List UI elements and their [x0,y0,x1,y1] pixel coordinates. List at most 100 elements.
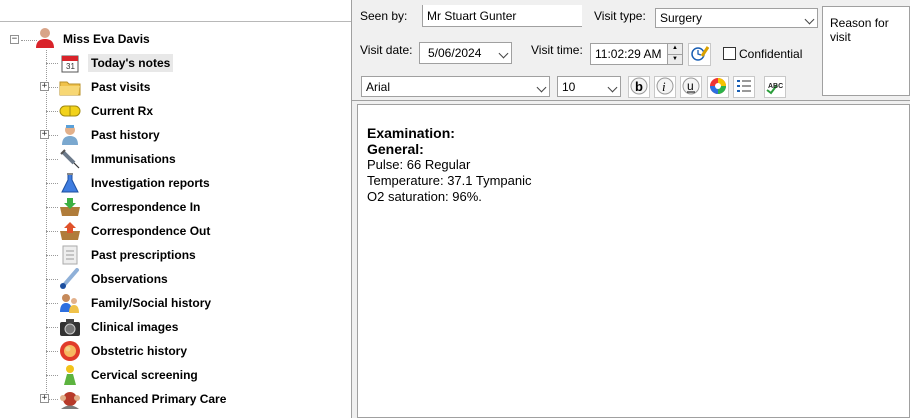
time-spinner[interactable]: ▲ ▼ [667,44,682,64]
tree-connector [46,303,58,304]
tree-item-observations[interactable]: Observations [58,268,171,290]
color-wheel-icon [709,77,727,98]
set-time-button[interactable] [688,43,711,66]
tree-item-label: Past visits [91,80,151,94]
patient-name: Miss Eva Davis [63,32,150,46]
chevron-down-icon [804,14,815,25]
seen-by-field[interactable]: Mr Stuart Gunter [422,5,582,27]
clock-pen-icon [690,44,709,65]
chevron-down-icon [536,82,547,93]
tree-connector [46,279,58,280]
tree-item-label: Enhanced Primary Care [91,392,227,406]
female-figure-icon [58,364,82,386]
tree-item-label: Past history [91,128,160,142]
tree-item-label: Correspondence In [91,200,201,214]
expand-icon[interactable]: + [40,130,49,139]
notes-editor[interactable]: Examination: General: Pulse: 66 Regular … [357,104,910,418]
chevron-down-icon [607,82,618,93]
outbox-icon [58,220,82,242]
tree-toolbar [0,0,351,22]
tree-connector [46,351,58,352]
family-icon [58,292,82,314]
expand-icon[interactable]: + [40,82,49,91]
svg-text:ABC: ABC [768,83,783,90]
notes-heading-general: General: [367,141,424,157]
bold-button[interactable]: b [628,76,650,98]
visit-date-value: 5/06/2024 [428,46,482,60]
notes-heading-examination: Examination: [367,125,455,141]
tree-item-correspondence-out[interactable]: Correspondence Out [58,220,213,242]
tree-connector [46,231,58,232]
tree-item-label: Clinical images [91,320,179,334]
underline-icon: u [682,77,700,98]
svg-text:i: i [662,79,666,94]
list-icon [735,77,753,98]
doctor-icon [58,124,82,146]
tree-item-obstetric-history[interactable]: Obstetric history [58,340,190,362]
notes-line-pulse: Pulse: 66 Regular [367,157,471,172]
tree-item-immunisations[interactable]: Immunisations [58,148,179,170]
tree-item-label: Obstetric history [91,344,188,358]
tree-item-label: Cervical screening [91,368,198,382]
tree-item-enhanced-primary-care[interactable]: Enhanced Primary Care [58,388,229,410]
visit-type-select[interactable]: Surgery [655,8,818,28]
seen-by-value: Mr Stuart Gunter [427,9,517,23]
reason-for-visit-box[interactable]: Reason for visit [822,6,910,96]
tree-item-past-visits[interactable]: Past visits [58,76,153,98]
color-button[interactable] [707,76,729,98]
camera-icon [58,316,82,338]
underline-button[interactable]: u [680,76,702,98]
tree-connector [46,327,58,328]
tree-item-label: Observations [91,272,168,286]
tree-item-past-prescriptions[interactable]: Past prescriptions [58,244,199,266]
pill-icon [58,100,82,122]
confidential-label: Confidential [739,47,803,61]
tree-item-current-rx[interactable]: Current Rx [58,100,156,122]
patient-icon [35,27,55,52]
tree-item-family-social-history[interactable]: Family/Social history [58,292,214,314]
italic-button[interactable]: i [654,76,676,98]
bullet-list-button[interactable] [733,76,755,98]
confidential-checkbox[interactable] [723,47,736,60]
svg-text:b: b [635,79,643,94]
spin-down-icon[interactable]: ▼ [668,53,682,64]
folder-icon [58,76,82,98]
fetus-icon [58,340,82,362]
font-size-select[interactable]: 10 [557,76,621,97]
tree-connector [46,375,58,376]
tree-item-investigation-reports[interactable]: Investigation reports [58,172,213,194]
tree-item-label: Current Rx [91,104,154,118]
tree-item-clinical-images[interactable]: Clinical images [58,316,181,338]
spin-up-icon[interactable]: ▲ [668,44,682,54]
spell-check-icon: ABC [765,77,785,98]
tree-connector [46,183,58,184]
expand-icon[interactable]: + [40,394,49,403]
inbox-icon [58,196,82,218]
font-family-select[interactable]: Arial [361,76,550,97]
spell-check-button[interactable]: ABC [764,76,786,98]
tree-item-cervical-screening[interactable]: Cervical screening [58,364,201,386]
visit-time-field[interactable]: 11:02:29 AM ▲ ▼ [590,43,683,65]
tree-item-label: Past prescriptions [91,248,196,262]
care-team-icon [58,388,82,410]
tree-item-correspondence-in[interactable]: Correspondence In [58,196,203,218]
visit-date-picker[interactable]: 5/06/2024 [419,42,512,64]
visit-time-label: Visit time: [531,43,583,57]
reason-for-visit-label: Reason for visit [830,16,889,44]
tree-connector [46,111,58,112]
tree-root-patient[interactable]: − Miss Eva Davis [10,27,150,52]
collapse-icon[interactable]: − [10,34,19,44]
visit-type-label: Visit type: [594,9,646,23]
notes-line-temperature: Temperature: 37.1 Tympanic [367,173,532,188]
bold-icon: b [630,77,648,98]
visit-time-value: 11:02:29 AM [595,47,662,61]
tree-item-label: Today's notes [88,54,174,72]
tree-item-today-s-notes[interactable]: 31 Today's notes [58,52,174,74]
font-size-value: 10 [562,79,576,94]
calendar-icon: 31 [58,52,82,74]
tree-item-label: Immunisations [91,152,176,166]
patient-tree-pane: − Miss Eva Davis 31 Today's notes + Past vi… [0,0,352,418]
chevron-down-icon [498,48,509,59]
tree-item-label: Family/Social history [91,296,212,310]
tree-item-past-history[interactable]: Past history [58,124,163,146]
